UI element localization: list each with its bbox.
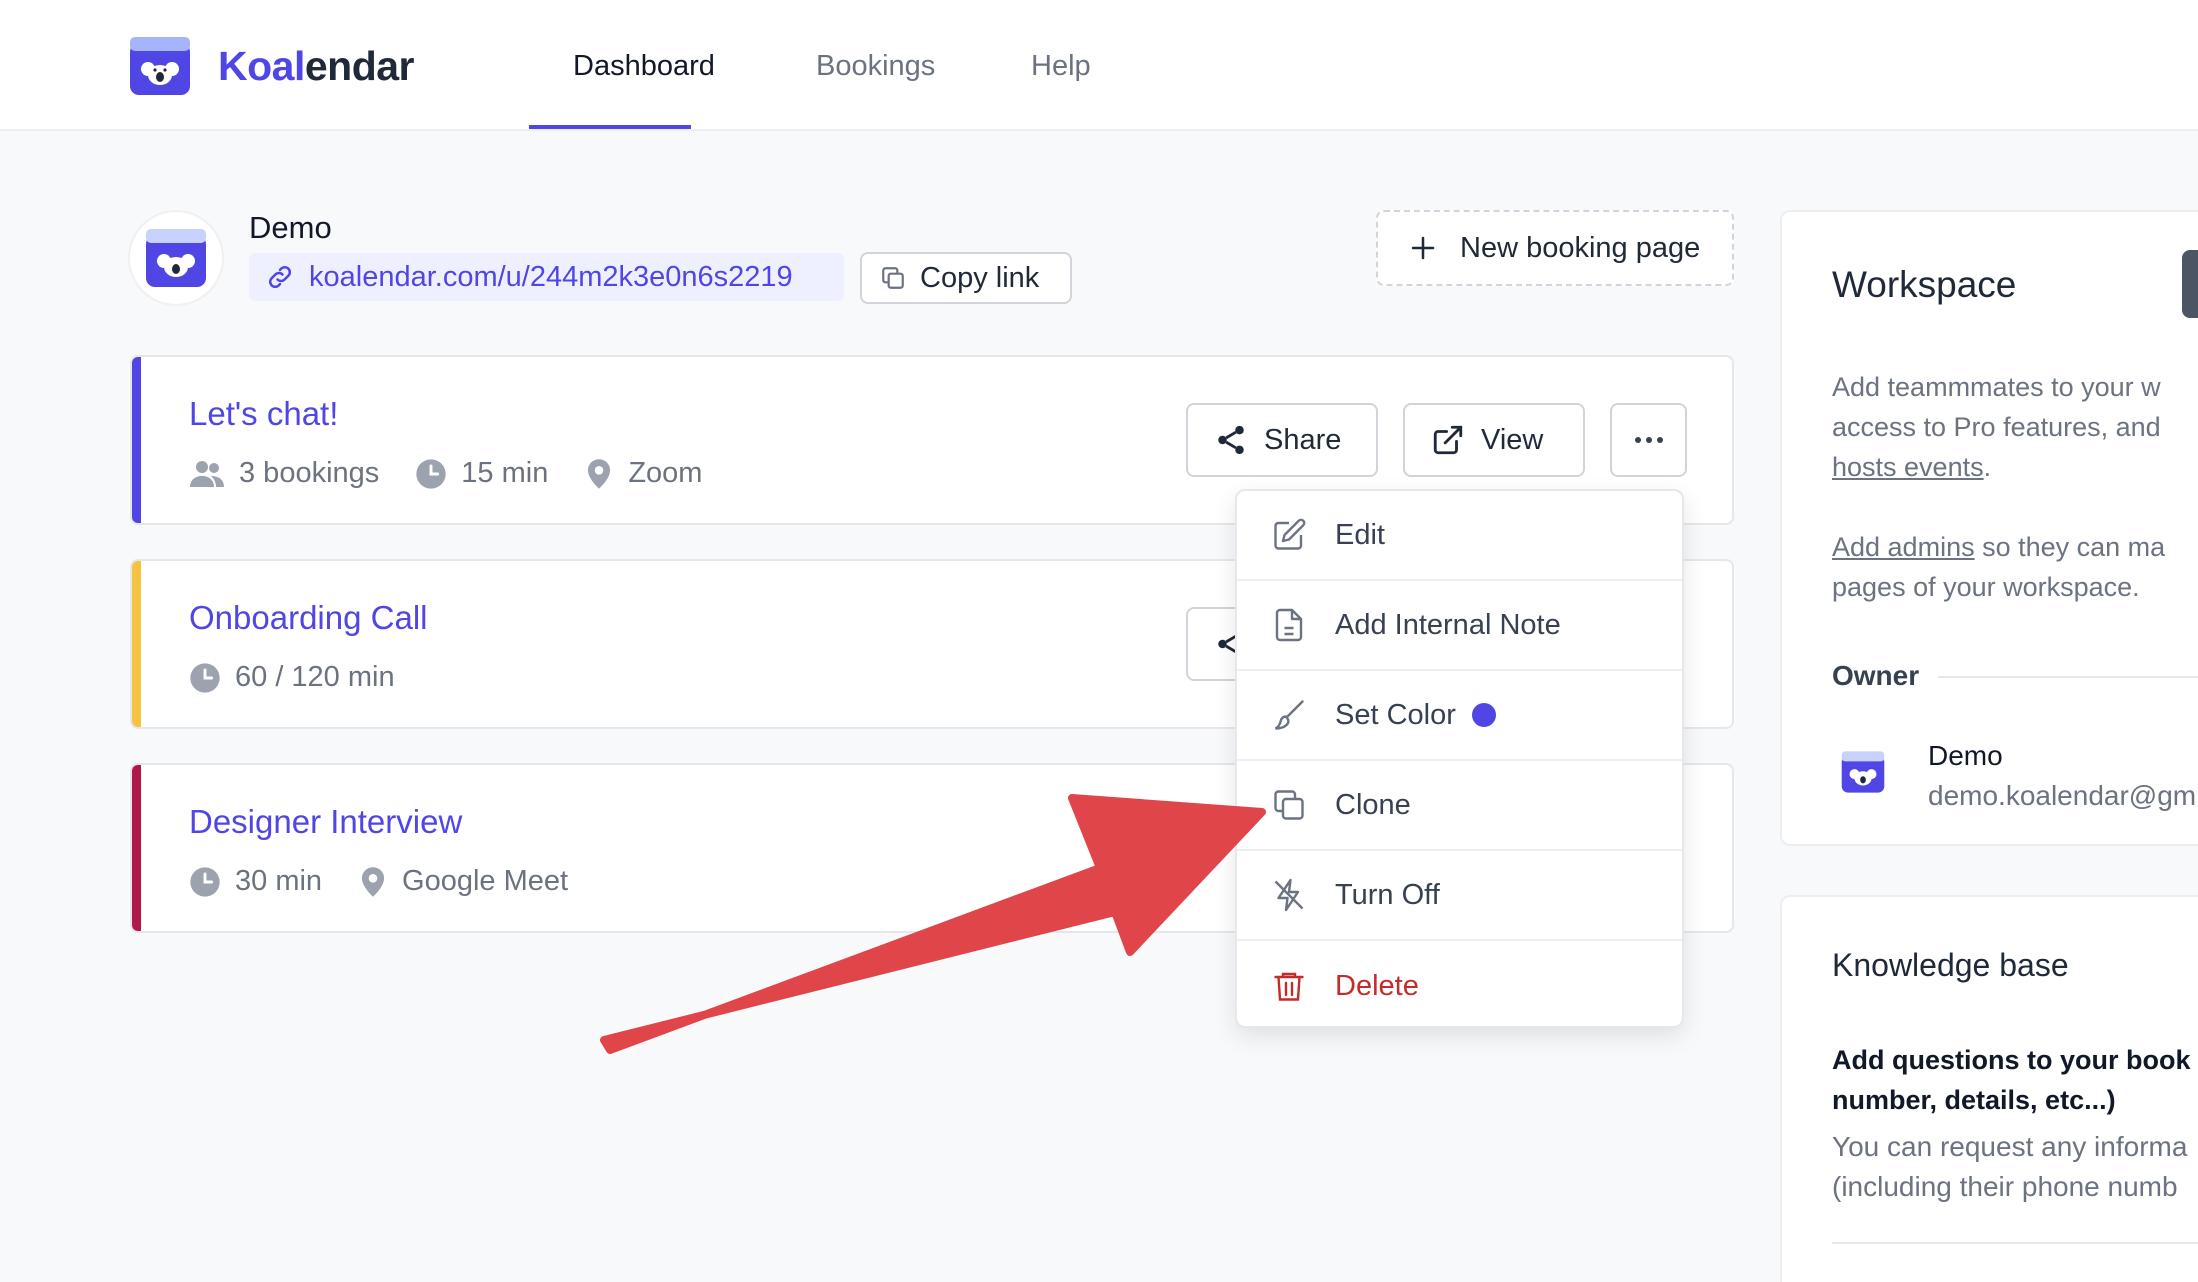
workspace-text-line2: access to Pro features, and [1832,412,2161,442]
add-admins-link[interactable]: Add admins [1832,532,1975,562]
knowledge-base-panel: Knowledge base Add questions to your boo… [1780,895,2198,1282]
kb-divider [1832,1242,2198,1244]
hosts-events-link[interactable]: hosts events [1832,452,1984,482]
kb-answer: You can request any informa (including t… [1832,1127,2187,1207]
kb-question-line2: number, details, etc...) [1832,1085,2116,1115]
workspace-title: Workspace [1832,264,2017,305]
workspace-action-button[interactable] [2182,250,2198,318]
koala-avatar-icon [1841,751,1885,793]
workspace-panel: Workspace Add teammmates to your w acces… [1780,210,2198,846]
kb-answer-line2: (including their phone numb [1832,1171,2178,1202]
owner-label: Owner [1832,660,1920,691]
kb-question[interactable]: Add questions to your book number, detai… [1832,1040,2191,1120]
owner-name: Demo [1928,740,2003,771]
kb-answer-line1: You can request any informa [1832,1131,2188,1162]
owner-email: demo.koalendar@gm [1928,780,2197,811]
workspace-text-line1: Add teammmates to your w [1832,372,2161,402]
owner-divider [1938,676,2198,678]
admins-description: Add admins so they can ma pages of your … [1832,527,2165,607]
knowledge-base-title: Knowledge base [1832,947,2069,983]
owner-avatar [1840,750,1886,794]
admins-text-line2: pages of your workspace. [1832,572,2140,602]
workspace-text-period: . [1983,452,1992,482]
admins-text-line1: so they can ma [1974,532,2166,562]
workspace-description: Add teammmates to your w access to Pro f… [1832,367,2161,487]
kb-question-line1: Add questions to your book [1832,1045,2191,1075]
